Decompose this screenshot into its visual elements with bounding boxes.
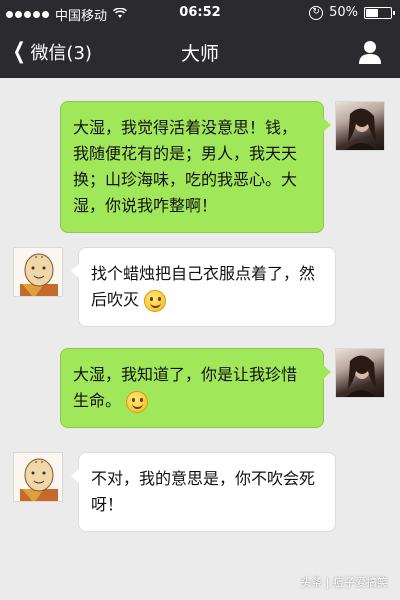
- watermark: 头条 | 痘子爱搞笑: [300, 576, 388, 589]
- battery-fill: [366, 8, 378, 17]
- chat-header: ❮ 微信(3) 大师: [0, 26, 400, 78]
- message-bubble-4[interactable]: 不对，我的意思是，你不吹会死呀！: [71, 452, 336, 532]
- message-bubble-3[interactable]: 大湿，我知道了，你是让我珍惜生命。: [60, 348, 331, 428]
- my-avatar[interactable]: [335, 348, 385, 398]
- message-text: 不对，我的意思是，你不吹会死呀！: [91, 469, 316, 514]
- contact-info-button[interactable]: [358, 39, 382, 65]
- rotation-lock-icon: ↻: [309, 5, 324, 20]
- master-avatar[interactable]: [13, 452, 63, 502]
- my-avatar[interactable]: [335, 101, 385, 151]
- battery-percent: 50%: [329, 5, 358, 20]
- battery-icon: [364, 6, 395, 19]
- message-bubble-1[interactable]: 大湿，我觉得活着没意思！钱，我随便花有的是；男人，我天天换；山珍海味，吃的我恶心…: [60, 101, 331, 233]
- battery-info: ↻ 50%: [309, 5, 395, 20]
- message-text: 大湿，我觉得活着没意思！钱，我随便花有的是；男人，我天天换；山珍海味，吃的我恶心…: [73, 118, 298, 215]
- smile-emoji-icon: [126, 390, 149, 413]
- status-bar: 中国移动 06:52 ↻ 50%: [0, 0, 400, 26]
- message-text: 大湿，我知道了，你是让我珍惜生命。: [73, 365, 298, 410]
- chat-title: 大师: [180, 43, 219, 65]
- master-avatar[interactable]: [13, 247, 63, 297]
- person-icon: [359, 41, 381, 64]
- message-bubble-2[interactable]: 找个蜡烛把自己衣服点着了，然后吹灭: [71, 247, 336, 327]
- smile-emoji-icon: [144, 289, 167, 312]
- message-text: 找个蜡烛把自己衣服点着了，然后吹灭: [91, 264, 316, 309]
